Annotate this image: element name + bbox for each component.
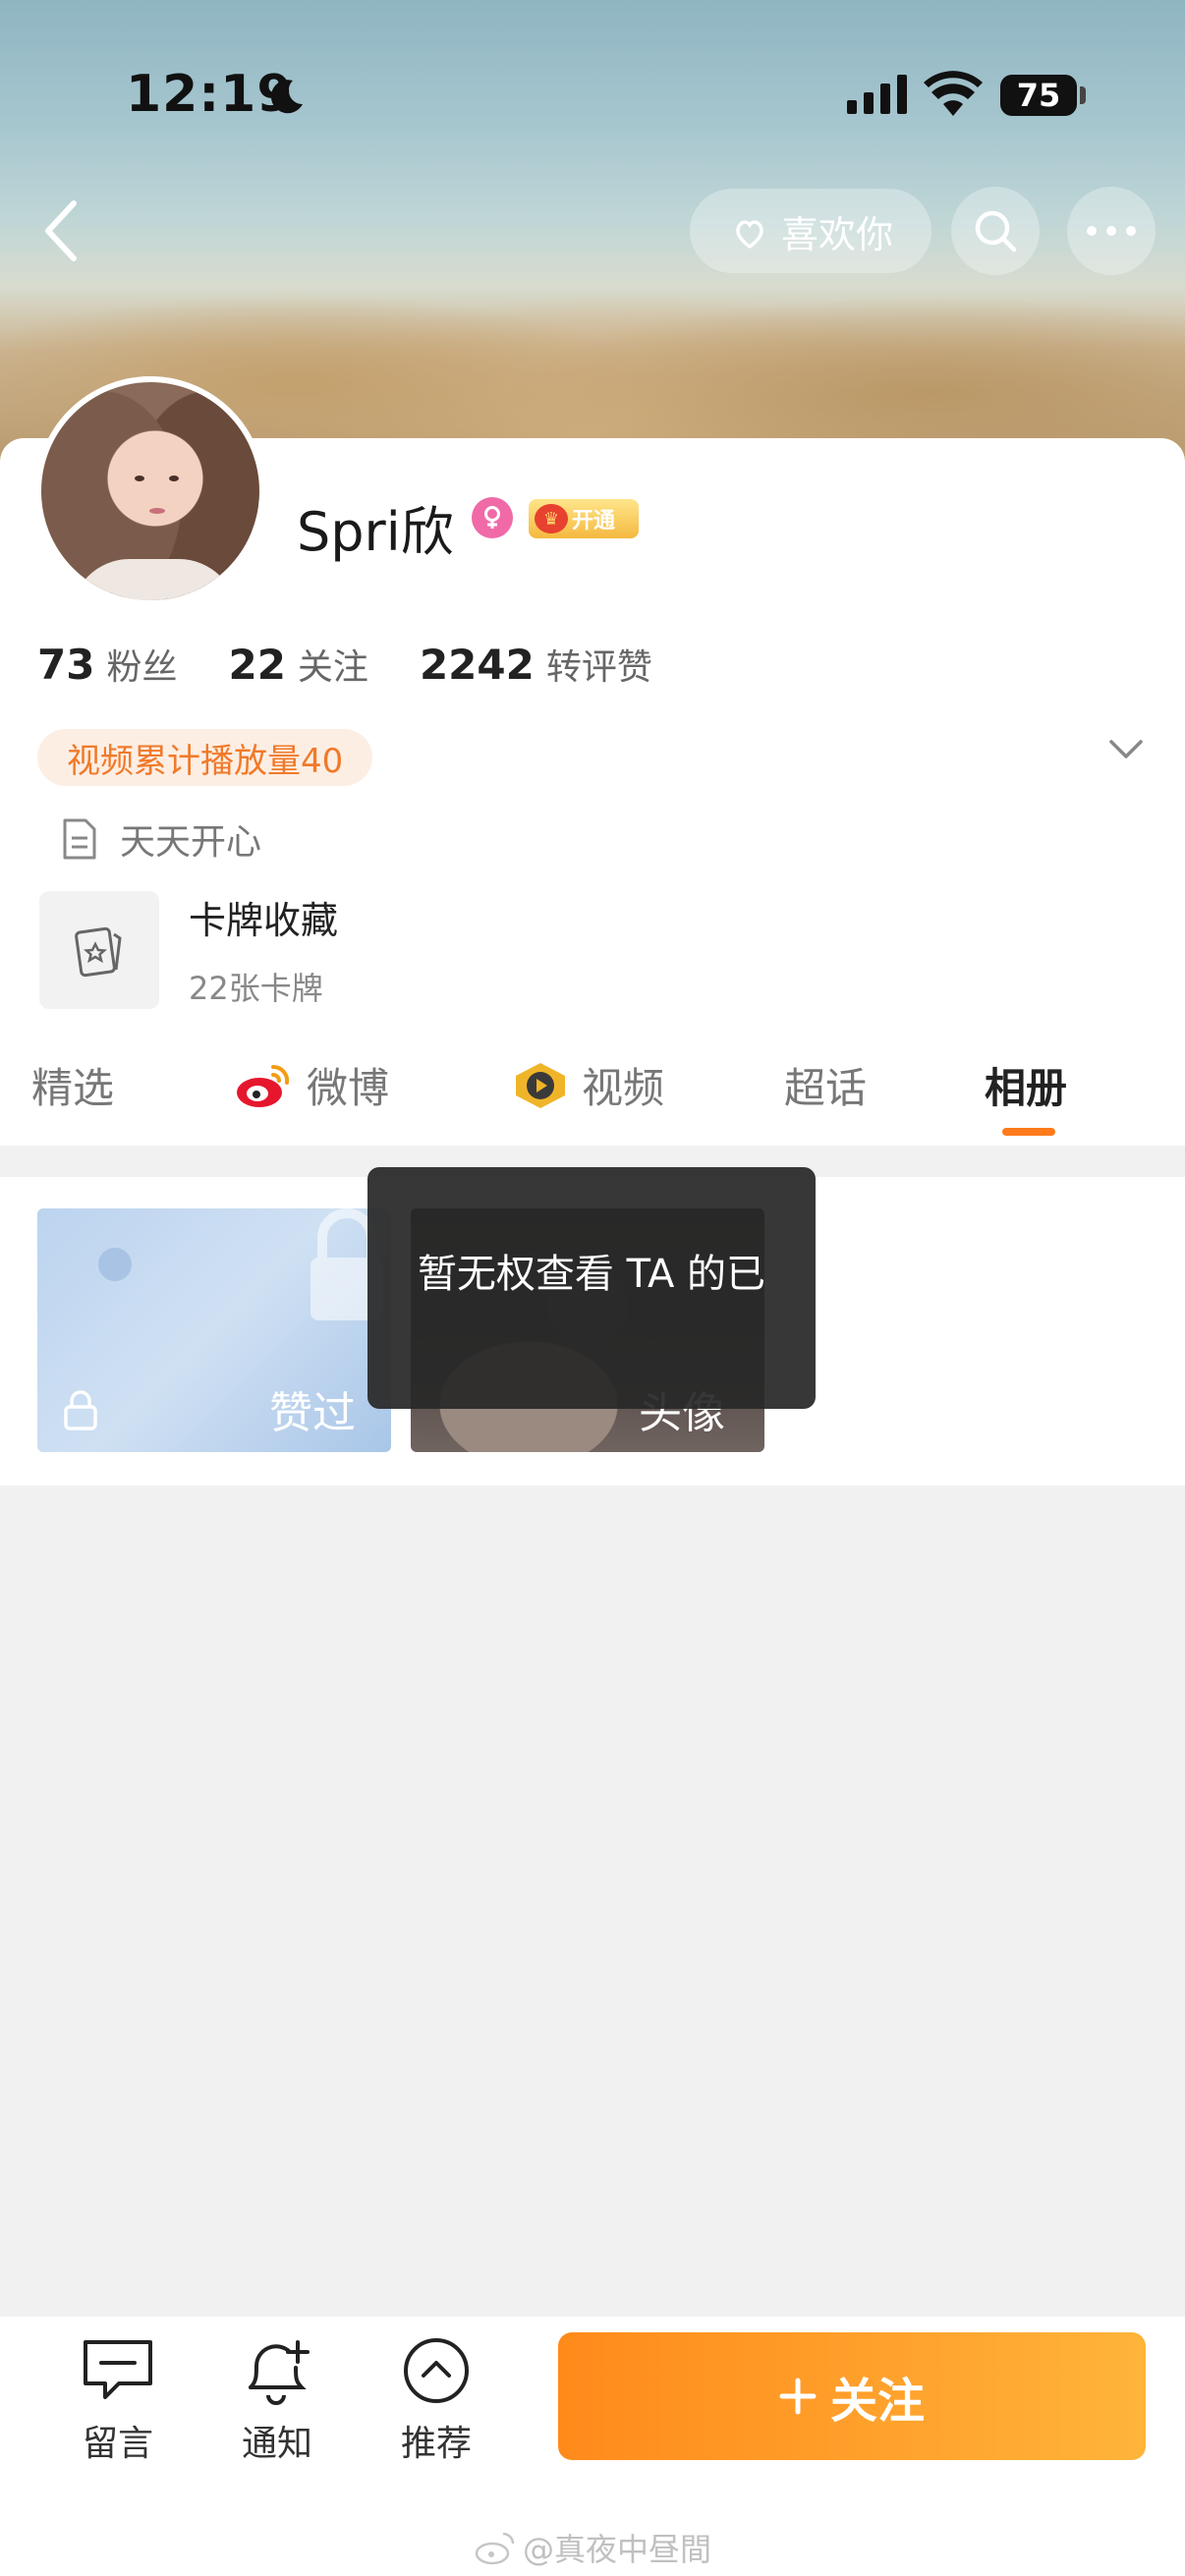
album-liked-decoration (98, 1248, 132, 1281)
avatar-eye-right (169, 476, 179, 481)
tab-video[interactable]: 视频 (513, 1055, 664, 1115)
tab-weibo[interactable]: 微博 (234, 1055, 389, 1115)
message-label: 留言 (82, 2424, 153, 2464)
avatar[interactable] (35, 376, 265, 606)
plus-icon (779, 2378, 817, 2415)
vip-open-label: 开通 (572, 509, 616, 533)
status-bar: 12:19 75 (0, 0, 1185, 187)
chevron-up-circle-icon (404, 2338, 469, 2403)
stat-number: 2242 (419, 641, 535, 689)
watermark: @真夜中昼間 (474, 2525, 711, 2570)
active-tab-indicator (1002, 1128, 1055, 1136)
card-collection[interactable]: 卡牌收藏 22张卡牌 (39, 890, 338, 1009)
card-collection-thumb (39, 890, 159, 1009)
tab-label: 微博 (307, 1064, 390, 1112)
profile-stats: 73 粉丝 22 关注 2242 转评赞 (37, 639, 652, 690)
lock-icon (64, 1390, 97, 1430)
card-icon (75, 926, 122, 977)
search-button[interactable] (951, 187, 1040, 275)
avatar-lips (149, 508, 165, 514)
tab-label: 相册 (985, 1064, 1068, 1112)
female-gender-icon (472, 497, 513, 538)
vip-open-badge[interactable]: ♛ 开通 (529, 499, 639, 538)
like-you-label: 喜欢你 (780, 212, 893, 256)
card-collection-text: 卡牌收藏 22张卡牌 (189, 890, 338, 1009)
follow-button[interactable]: 关注 (558, 2332, 1146, 2460)
message-button[interactable]: 留言 (59, 2336, 177, 2466)
signal-icon (847, 75, 907, 114)
tab-label: 超话 (784, 1064, 868, 1112)
more-button[interactable] (1067, 187, 1156, 275)
stat-followers[interactable]: 73 粉丝 (37, 639, 177, 690)
tab-label: 精选 (31, 1064, 115, 1112)
notify-label: 通知 (241, 2424, 312, 2464)
album-liked[interactable]: 赞过 (37, 1208, 391, 1452)
chevron-down-icon (1109, 740, 1143, 758)
tab-super-topic[interactable]: 超话 (784, 1055, 867, 1115)
video-play-count-badge[interactable]: 视频累计播放量40 (37, 729, 373, 786)
card-collection-title: 卡牌收藏 (189, 899, 339, 942)
notify-button[interactable]: 通知 (218, 2336, 336, 2466)
stat-number: 22 (228, 641, 286, 689)
tab-album[interactable]: 相册 (985, 1055, 1067, 1115)
video-play-icon (516, 1062, 565, 1108)
toast-text: 暂无权查看 TA 的已 (417, 1252, 766, 1297)
expand-button[interactable] (1108, 739, 1144, 764)
recommend-button[interactable]: 推荐 (377, 2336, 495, 2466)
back-button[interactable] (28, 196, 96, 265)
stat-label: 转评赞 (545, 647, 652, 688)
tab-featured[interactable]: 精选 (31, 1055, 114, 1115)
like-you-button[interactable]: 喜欢你 (690, 189, 931, 273)
heart-hand-icon (736, 220, 763, 250)
search-icon (975, 210, 1017, 252)
moon-icon (270, 80, 303, 114)
bell-plus-icon (249, 2340, 310, 2405)
chevron-left-icon (45, 200, 77, 261)
stat-label: 关注 (297, 647, 368, 688)
permission-toast: 暂无权查看 TA 的已 (367, 1167, 816, 1409)
weibo-watermark-icon (475, 2532, 515, 2565)
comment-icon (84, 2340, 152, 2399)
stat-number: 73 (37, 641, 95, 689)
stat-label: 粉丝 (106, 647, 178, 688)
battery-tip (1080, 86, 1086, 104)
crown-icon: ♛ (535, 504, 568, 533)
stat-reposts-likes[interactable]: 2242 转评赞 (420, 639, 652, 690)
tab-label: 视频 (582, 1064, 665, 1112)
recommend-label: 推荐 (400, 2424, 472, 2464)
album-liked-label: 赞过 (269, 1388, 356, 1438)
avatar-shirt (71, 559, 238, 600)
username: Spri欣 (297, 501, 454, 563)
battery-indicator: 75 (1000, 75, 1077, 116)
wifi-icon (924, 71, 983, 116)
weibo-logo-icon (237, 1064, 290, 1107)
card-collection-subtitle: 22张卡牌 (189, 970, 323, 1007)
avatar-eye-left (135, 476, 144, 481)
stat-following[interactable]: 22 关注 (228, 639, 367, 690)
bio-text: 天天开心 (120, 822, 262, 863)
watermark-text: @真夜中昼間 (523, 2531, 712, 2568)
document-icon (63, 818, 96, 860)
bio-row: 天天开心 (61, 813, 261, 865)
more-dots-icon (1087, 226, 1136, 236)
follow-label: 关注 (829, 2374, 925, 2429)
